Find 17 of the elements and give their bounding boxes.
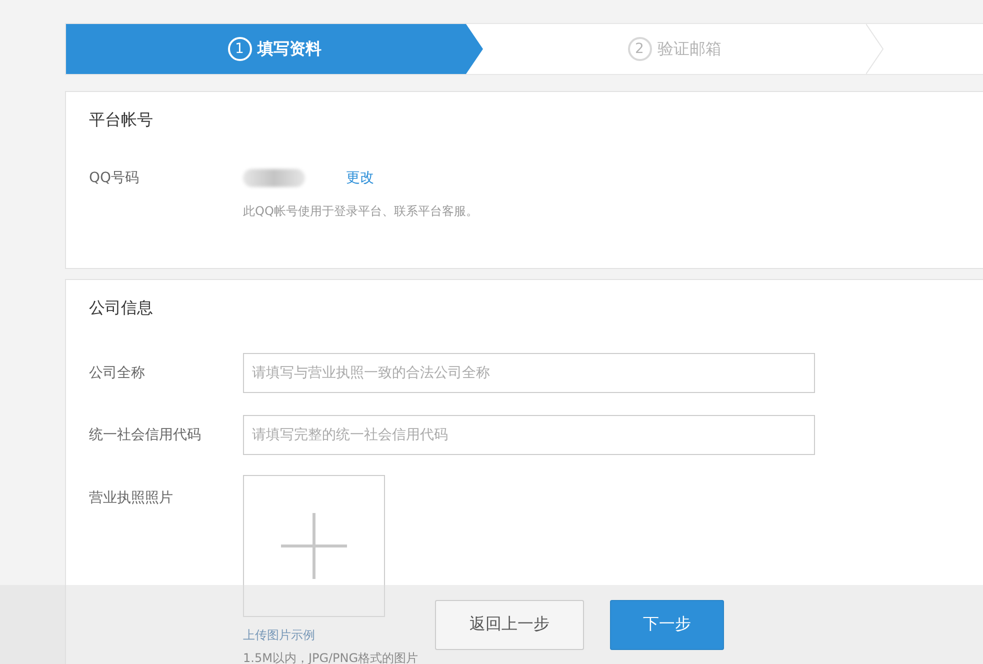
- field-label: 营业执照照片: [89, 489, 174, 507]
- example-link[interactable]: 上传图片示例: [243, 627, 315, 644]
- change-link[interactable]: 更改: [346, 169, 374, 187]
- step-tab[interactable]: 1 填写资料: [66, 24, 483, 74]
- input-field[interactable]: 请填写与营业执照一致的合法公司全称: [243, 353, 815, 393]
- upload-box[interactable]: [243, 475, 385, 617]
- footer-button[interactable]: 下一步: [610, 600, 724, 650]
- field-label: 公司全称: [89, 364, 146, 382]
- input-field[interactable]: 请填写完整的统一社会信用代码: [243, 415, 815, 455]
- field-label: QQ号码: [89, 169, 140, 187]
- field-label: 统一社会信用代码: [89, 426, 202, 444]
- section-title: 平台帐号: [89, 110, 154, 131]
- hint-text: 此QQ帐号使用于登录平台、联系平台客服。: [243, 203, 479, 220]
- plus-icon: [281, 513, 347, 579]
- section-title: 公司信息: [89, 298, 154, 319]
- footer-button[interactable]: 返回上一步: [435, 600, 584, 650]
- blurred-number: [243, 169, 305, 187]
